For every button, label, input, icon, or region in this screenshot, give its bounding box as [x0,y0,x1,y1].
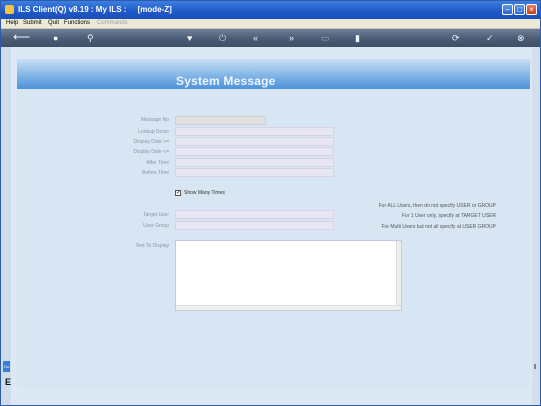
before-time-label: Before Time [109,170,169,176]
message-no-field[interactable] [175,116,266,125]
show-many-times-label: Show Many Times [184,190,225,196]
before-time-field[interactable] [175,168,334,177]
heart-icon[interactable]: ♥ [187,32,192,44]
message-no-label: Message No [109,117,169,123]
after-time-label: After Time [109,160,169,166]
page-title: System Message [176,74,276,88]
cancel-icon[interactable]: ⊗ [517,32,525,44]
minimize-button[interactable]: – [502,4,513,15]
lookup-descr-field[interactable] [175,127,334,136]
after-time-field[interactable] [175,158,334,167]
close-button[interactable]: × [526,4,537,15]
target-user-field[interactable] [175,210,334,219]
display-date-from-field[interactable] [175,137,334,146]
display-date-to-field[interactable] [175,147,334,156]
target-user-label: Target User [109,212,169,218]
left-strip [1,47,11,405]
sync-icon[interactable]: ⟳ [452,32,460,44]
fast-forward-icon[interactable]: » [289,32,294,44]
show-many-times-checkbox[interactable]: ✓ [175,190,181,196]
textarea-horizontal-scrollbar[interactable] [176,305,401,310]
maximize-button[interactable]: □ [514,4,525,15]
toolbar: ⟵ ● ⚲ ♥ ⏻ « » ▭ ▮ ⟳ ✓ ⊗ [1,29,540,47]
rewind-icon[interactable]: « [253,32,258,44]
menu-quit[interactable]: Quit [48,20,59,26]
display-date-to-label: Display Date <= [109,149,169,155]
text-to-display-label: Text To Display [109,243,169,249]
right-strip [532,47,540,405]
text-to-display-textarea[interactable] [175,240,402,311]
lookup-descr-label: Lookup Descr [109,129,169,135]
window-title: ILS Client(Q) v8.19 : My ILS : [mode-Z] [18,5,172,14]
document-icon[interactable]: ▭ [321,32,330,44]
menu-functions[interactable]: Functions [64,20,90,26]
clipboard-icon[interactable]: ▮ [355,32,360,44]
info-icon[interactable]: ● [53,32,58,44]
menu-help[interactable]: Help [6,20,18,26]
side-tab[interactable]: Go [3,361,10,372]
search-icon[interactable]: ⚲ [87,32,94,44]
power-icon[interactable]: ⏻ [219,32,226,44]
side-marker: E [5,377,11,387]
menu-bar: Help Submit Quit Functions Commands [1,19,540,29]
menu-commands[interactable]: Commands [97,20,128,26]
hint-all-users: For ALL Users, then do not specify USER … [379,203,496,209]
hint-one-user: For 1 User only, specify at TARGET USER [402,213,496,219]
display-date-from-label: Display Date >= [109,139,169,145]
app-window: ILS Client(Q) v8.19 : My ILS : [mode-Z] … [0,0,541,406]
back-arrow-icon[interactable]: ⟵ [13,31,30,43]
confirm-icon[interactable]: ✓ [486,32,494,44]
menu-submit[interactable]: Submit [23,20,42,26]
textarea-vertical-scrollbar[interactable] [396,241,401,310]
user-group-field[interactable] [175,221,334,230]
app-icon [5,5,14,14]
title-bar[interactable]: ILS Client(Q) v8.19 : My ILS : [mode-Z] … [1,1,540,19]
right-marker [534,364,536,369]
text-to-display-value [176,241,401,245]
user-group-label: User Group [109,223,169,229]
hint-multi-users: For Multi Users but not all specify at U… [382,224,496,230]
